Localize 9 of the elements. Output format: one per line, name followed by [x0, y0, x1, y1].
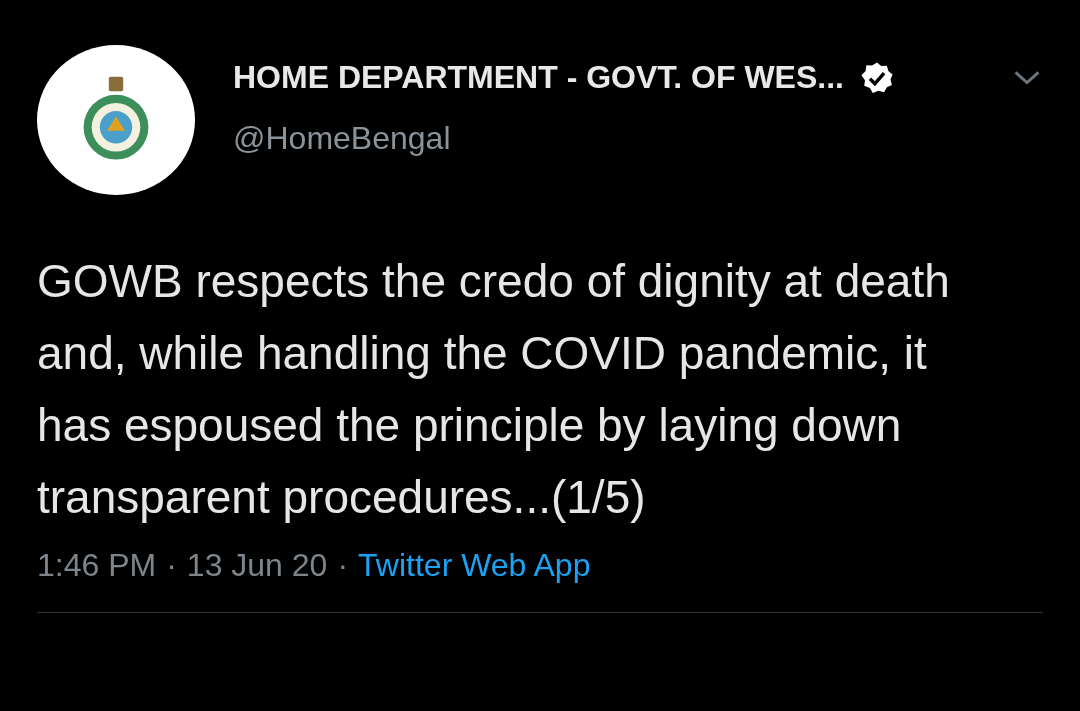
tweet-time[interactable]: 1:46 PM — [37, 547, 157, 584]
tweet-date[interactable]: 13 Jun 20 — [186, 547, 328, 584]
separator: · — [337, 547, 349, 584]
user-handle[interactable]: @HomeBengal — [233, 120, 1043, 157]
separator: · — [166, 547, 177, 584]
source-link[interactable]: Twitter Web App — [358, 547, 591, 584]
tweet-text: GOWB respects the credo of dignity at death and, while handling the COVID pandemic, it has espoused the principle by laying down transparent procedures...(1/5) — [37, 254, 951, 525]
author-name[interactable]: HOME DEPARTMENT - GOVT. OF WES... — [233, 59, 844, 96]
caret-icon[interactable] — [1013, 69, 1041, 86]
